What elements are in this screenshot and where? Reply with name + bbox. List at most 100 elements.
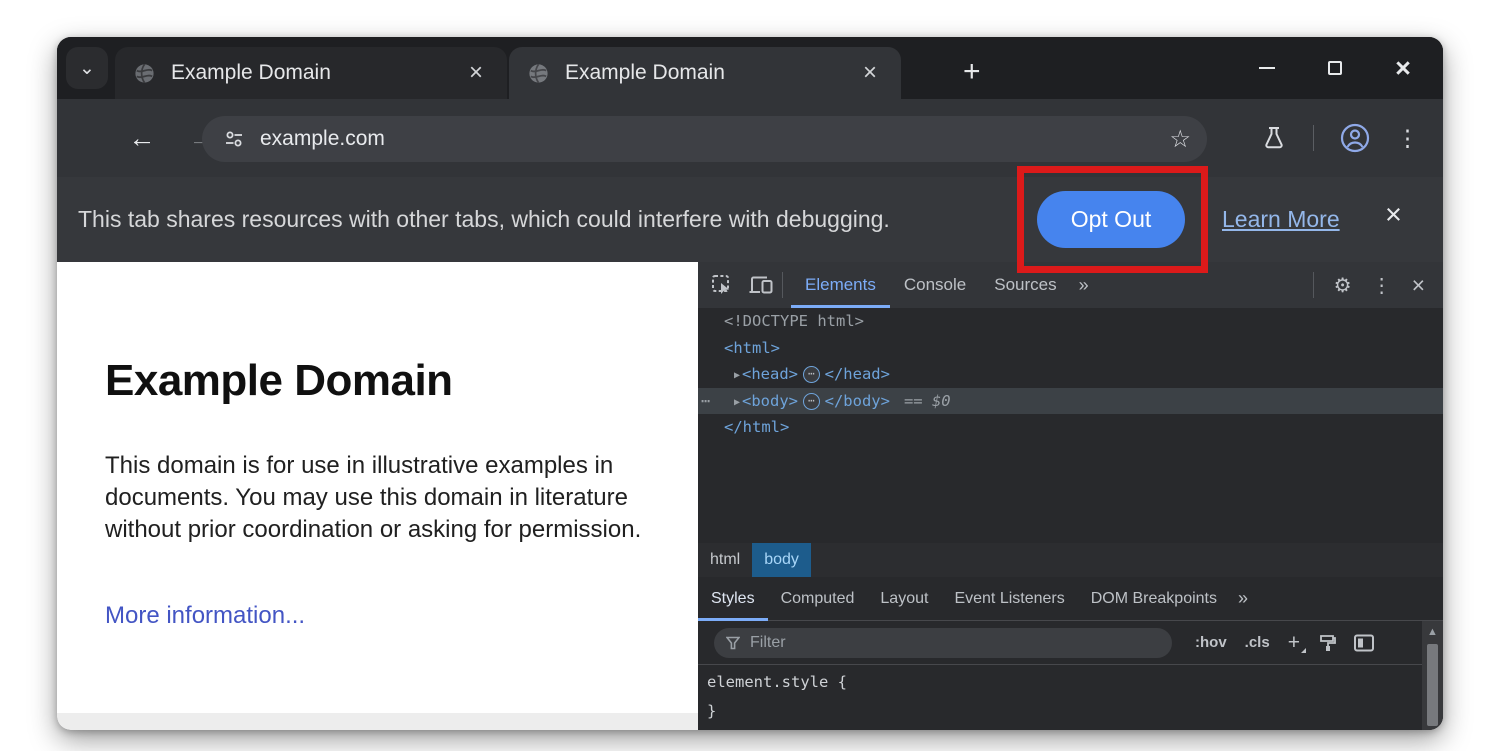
omnibox[interactable]: ☆	[202, 116, 1207, 162]
inline-expand-icon[interactable]: ⋯	[803, 393, 820, 410]
devtools-toolbar-divider	[782, 272, 783, 298]
more-panels-chevron-icon[interactable]: »	[1230, 588, 1256, 609]
browser-menu-kebab-icon[interactable]: ⋮	[1396, 125, 1419, 152]
devtools-toolbar-right: ⚙ ⋮ ×	[1305, 272, 1443, 299]
scrollbar-thumb[interactable]	[1427, 644, 1438, 726]
minimize-button[interactable]	[1255, 56, 1279, 80]
page-paragraph: This domain is for use in illustrative e…	[105, 450, 657, 546]
more-tabs-chevron-icon[interactable]: »	[1071, 275, 1097, 296]
window-controls: ×	[1255, 37, 1415, 99]
tab-dom-breakpoints[interactable]: DOM Breakpoints	[1078, 577, 1230, 621]
breadcrumb-body[interactable]: body	[752, 543, 811, 577]
toolbar-right-group: ⋮	[1261, 99, 1420, 177]
dom-node-doctype[interactable]: <!DOCTYPE html>	[698, 308, 1443, 335]
selected-node-hint: == $0	[890, 392, 951, 410]
inspect-element-button[interactable]	[698, 262, 734, 308]
infobar-close-icon[interactable]: ×	[1385, 201, 1402, 230]
devtools-tab-sources[interactable]: Sources	[980, 262, 1070, 308]
tab-layout[interactable]: Layout	[867, 577, 941, 621]
tab-strip: ⌄ Example Domain × Example Domain × + ×	[57, 37, 1443, 99]
tab-title: Example Domain	[565, 61, 857, 85]
html-close-tag: </html>	[724, 418, 789, 436]
dom-node-head[interactable]: ▶<head> ⋯ </head>	[698, 361, 1443, 388]
close-window-button[interactable]: ×	[1391, 56, 1415, 80]
breadcrumb-html[interactable]: html	[698, 543, 752, 577]
maximize-icon	[1328, 61, 1342, 75]
url-input[interactable]	[260, 127, 1169, 151]
element-style-open-line[interactable]: element.style {	[698, 665, 1443, 694]
chevron-down-icon: ⌄	[79, 57, 95, 80]
dom-node-body-selected[interactable]: ⋯ ▶<body> ⋯ </body>== $0	[698, 388, 1443, 415]
dom-node-html-close[interactable]: </html>	[698, 414, 1443, 441]
globe-icon	[133, 62, 156, 85]
back-button[interactable]: ←	[125, 121, 159, 155]
tab-title: Example Domain	[171, 61, 463, 85]
tab-1[interactable]: Example Domain ×	[115, 47, 507, 99]
styles-filter-row: :hov .cls +	[698, 621, 1443, 665]
device-toolbar-button[interactable]	[734, 262, 774, 308]
body-open-tag: <body>	[742, 392, 798, 410]
horizontal-scrollbar[interactable]	[57, 713, 698, 730]
styles-scrollbar[interactable]: ▲	[1422, 621, 1443, 730]
styles-filter-pill[interactable]	[714, 628, 1172, 658]
head-close-tag: </head>	[825, 365, 890, 383]
back-icon: ←	[129, 123, 156, 154]
tab-styles[interactable]: Styles	[698, 577, 768, 621]
dom-tree: <!DOCTYPE html> <html> ▶<head> ⋯ </head> ⋯…	[698, 308, 1443, 543]
devtools-toolbar-divider	[1313, 272, 1314, 298]
browser-toolbar: ← → ☆	[57, 99, 1443, 177]
devtools-tab-elements[interactable]: Elements	[791, 262, 890, 308]
dom-node-html-open[interactable]: <html>	[698, 335, 1443, 362]
device-toolbar-icon	[748, 273, 774, 297]
hover-state-toggle[interactable]: :hov	[1186, 634, 1236, 651]
tab-event-listeners[interactable]: Event Listeners	[941, 577, 1077, 621]
element-style-close-line: }	[698, 694, 1443, 723]
maximize-button[interactable]	[1323, 56, 1347, 80]
close-icon: ×	[1395, 55, 1411, 82]
devtools-tab-console[interactable]: Console	[890, 262, 980, 308]
profile-avatar-icon[interactable]	[1340, 123, 1370, 153]
class-toggle[interactable]: .cls	[1236, 634, 1279, 651]
devtools-menu-kebab-icon[interactable]: ⋮	[1364, 273, 1400, 298]
minimize-icon	[1259, 67, 1275, 70]
content-area: Example Domain This domain is for use in…	[57, 262, 1443, 730]
tab-close-icon[interactable]: ×	[857, 59, 883, 87]
experiments-flask-icon[interactable]	[1261, 125, 1287, 151]
infobar: This tab shares resources with other tab…	[57, 177, 1443, 262]
tab-search-button[interactable]: ⌄	[66, 47, 108, 89]
inline-expand-icon[interactable]: ⋯	[803, 366, 820, 383]
dock-side-button[interactable]	[1345, 620, 1383, 666]
tab-close-icon[interactable]: ×	[463, 59, 489, 87]
body-close-tag: </body>	[825, 392, 890, 410]
devtools-toolbar: Elements Console Sources » ⚙ ⋮ ×	[698, 262, 1443, 308]
styles-filter-input[interactable]	[750, 634, 1160, 652]
page-title: Example Domain	[105, 356, 453, 406]
paintbrush-icon	[1317, 633, 1337, 653]
webpage-viewport: Example Domain This domain is for use in…	[57, 262, 698, 730]
styles-pane: element.style { }	[698, 665, 1443, 730]
tab-2-active[interactable]: Example Domain ×	[509, 47, 901, 99]
devtools-close-icon[interactable]: ×	[1404, 272, 1433, 299]
tab-computed[interactable]: Computed	[768, 577, 868, 621]
browser-window: ⌄ Example Domain × Example Domain × + ×	[57, 37, 1443, 730]
head-open-tag: <head>	[742, 365, 798, 383]
dom-breadcrumb-bar: html body	[698, 543, 1443, 577]
rendering-brush-button[interactable]	[1309, 620, 1345, 666]
styles-sidebar-tabs: Styles Computed Layout Event Listeners D…	[698, 577, 1443, 621]
bookmark-star-icon[interactable]: ☆	[1169, 125, 1191, 154]
settings-gear-icon[interactable]: ⚙	[1326, 273, 1360, 298]
globe-icon	[527, 62, 550, 85]
expand-triangle-icon[interactable]: ▶	[724, 390, 742, 417]
new-style-rule-button[interactable]: +	[1279, 631, 1309, 655]
site-settings-icon[interactable]	[224, 129, 244, 149]
scroll-up-arrow-icon[interactable]: ▲	[1427, 621, 1438, 638]
opt-out-button[interactable]: Opt Out	[1037, 191, 1185, 248]
node-options-dots-icon[interactable]: ⋯	[701, 388, 711, 415]
more-information-link[interactable]: More information...	[105, 602, 305, 630]
filter-funnel-icon	[726, 636, 740, 650]
expand-triangle-icon[interactable]: ▶	[724, 363, 742, 390]
learn-more-link[interactable]: Learn More	[1222, 206, 1340, 233]
devtools-panel: Elements Console Sources » ⚙ ⋮ × <!DOCTY…	[698, 262, 1443, 730]
new-tab-button[interactable]: +	[963, 57, 981, 87]
infobar-message: This tab shares resources with other tab…	[78, 206, 890, 233]
